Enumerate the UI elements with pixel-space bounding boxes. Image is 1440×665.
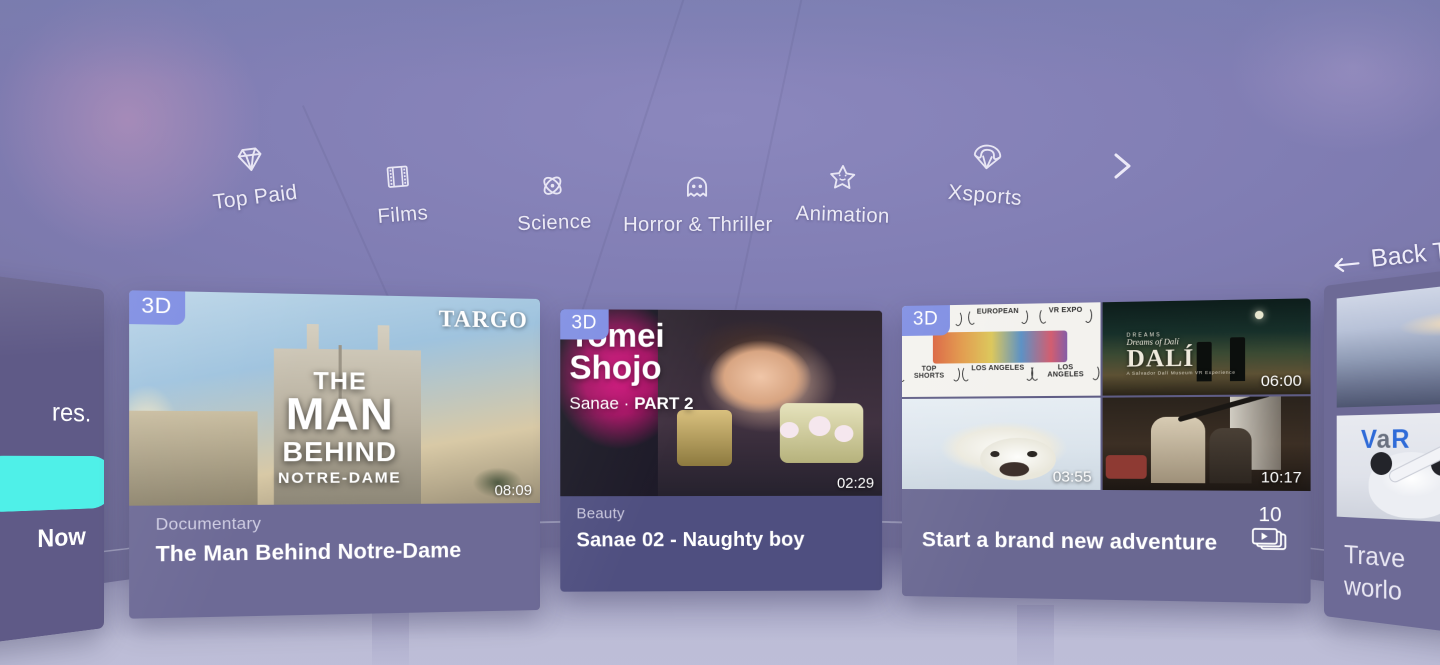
poster-sub-part: PART 2 — [634, 393, 694, 413]
card-meta: Documentary The Man Behind Notre-Dame — [129, 503, 540, 583]
poster-line-2: MAN — [285, 389, 394, 441]
card-title: Start a brand new adventure — [921, 528, 1218, 556]
laurel-main: TOP SHORTS — [913, 365, 945, 380]
video-card-sanae[interactable]: Tomei Shojo Sanae · PART 2 3D 02:29 Beau… — [560, 309, 883, 592]
duration-label: 08:09 — [494, 482, 533, 500]
laurel-badge: LOS ANGELES — [1032, 364, 1100, 380]
card-thumbnail-grid[interactable]: OFFICIAL SELECTION EUROPEAN VR EXPO TOP … — [902, 298, 1311, 492]
poster-sub-sep: · — [623, 393, 630, 413]
laurel-text: EUROPEAN — [968, 307, 1028, 316]
thumbnail-panel-laurels[interactable]: OFFICIAL SELECTION EUROPEAN VR EXPO TOP … — [902, 302, 1100, 397]
playlist-count-value: 10 — [1258, 504, 1282, 527]
card-genre: Documentary — [155, 515, 262, 534]
thumbnail-candy — [834, 425, 854, 443]
dali-main: DALÍ — [1126, 344, 1195, 373]
logo-letter-v: V — [1360, 424, 1377, 455]
laurel-main: LOS ANGELES — [971, 364, 1025, 373]
promo-cta-button[interactable] — [0, 455, 104, 513]
card-meta: Beauty Sanae 02 - Naughty boy — [560, 496, 882, 565]
duration-label: 06:00 — [1260, 371, 1302, 390]
video-card-row: res. Now THE MAN BEHIND NOTRE-DAME TARGO — [0, 0, 1440, 665]
panel-title-overlay: DREAMS Dreams of Dalí DALÍ A Salvador Da… — [1127, 332, 1236, 376]
thumbnail-panel-dali[interactable]: DREAMS Dreams of Dalí DALÍ A Salvador Da… — [1102, 298, 1311, 396]
poster-line-4: NOTRE-DAME — [278, 469, 402, 488]
laurel-text: TOP SHORTS — [902, 365, 960, 380]
card-thumbnail[interactable]: THE MAN BEHIND NOTRE-DAME TARGO 3D 08:09 — [129, 290, 541, 506]
thumbnail-beach — [1336, 268, 1440, 408]
promo-card-left[interactable]: res. Now — [0, 259, 104, 659]
panel-person — [1151, 417, 1205, 483]
duration-label: 02:29 — [836, 474, 875, 492]
duration-label: 10:17 — [1260, 468, 1302, 487]
badge-3d: 3D — [129, 290, 186, 326]
playlist-card-adventure[interactable]: OFFICIAL SELECTION EUROPEAN VR EXPO TOP … — [902, 298, 1311, 604]
badge-3d: 3D — [902, 305, 951, 336]
card-genre: Beauty — [576, 505, 625, 523]
brand-label: TARGO — [438, 305, 529, 333]
laurel-badge: TOP SHORTS — [902, 365, 960, 380]
panel-person — [1209, 428, 1252, 484]
promo-text-fragment: res. — [51, 397, 92, 428]
promo-sub-label: Now — [37, 522, 86, 554]
duration-label: 03:55 — [1052, 468, 1092, 486]
promo-title: Trave worlo — [1344, 539, 1405, 609]
laurel-badge: EUROPEAN — [960, 307, 1035, 316]
card-thumbnail[interactable]: Tomei Shojo Sanae · PART 2 3D 02:29 — [560, 309, 883, 497]
card-title: The Man Behind Notre-Dame — [155, 538, 462, 567]
thumbnail-sun — [1381, 298, 1440, 346]
thumbnail-panel-cinema[interactable]: 10:17 — [1102, 395, 1311, 492]
laurel-badge: LOS ANGELES — [956, 364, 1039, 372]
playlist-count: 10 — [1252, 504, 1289, 558]
panel-seat — [1106, 454, 1148, 480]
laurel-main: EUROPEAN — [976, 307, 1019, 316]
promo-title-line-2: worlo — [1344, 572, 1402, 607]
logo-letter-r: R — [1391, 424, 1411, 455]
poster-line-3: BEHIND — [282, 436, 398, 468]
video-card-notre-dame[interactable]: THE MAN BEHIND NOTRE-DAME TARGO 3D 08:09… — [129, 290, 541, 619]
laurel-text: LOS ANGELES — [962, 364, 1033, 372]
promo-card-right[interactable]: VaR Trave worlo — [1324, 256, 1440, 646]
laurel-text: LOS ANGELES — [1032, 364, 1100, 380]
panel-illustration — [933, 330, 1068, 364]
poster-line-2: Shojo — [569, 348, 662, 387]
card-title: Sanae 02 - Naughty boy — [576, 528, 805, 552]
logo-letter-a: a — [1376, 424, 1392, 455]
badge-3d: 3D — [560, 309, 609, 340]
poster-title-overlay: THE MAN BEHIND NOTRE-DAME — [129, 368, 540, 488]
vr-stage: Top Paid Films Science Horror & Thriller… — [0, 0, 1440, 665]
playlist-icon — [1252, 527, 1289, 558]
poster-subtitle: Sanae · PART 2 — [569, 393, 694, 413]
laurel-text: VR EXPO — [1040, 306, 1092, 314]
card-sheen — [0, 259, 104, 369]
laurel-badge: VR EXPO — [1032, 306, 1100, 315]
poster-sub-name: Sanae — [569, 393, 619, 413]
thumbnail-panda-logo: VaR — [1336, 408, 1440, 530]
thumbnail-panel-polar-bear[interactable]: 03:55 — [902, 397, 1100, 490]
panda-body — [1368, 440, 1440, 521]
card-meta: Start a brand new adventure 10 — [902, 489, 1311, 571]
laurel-main: LOS ANGELES — [1047, 363, 1084, 379]
thumbnail-cup — [676, 410, 732, 467]
brand-logo-var: VaR — [1361, 424, 1411, 455]
laurel-main: VR EXPO — [1048, 306, 1083, 315]
